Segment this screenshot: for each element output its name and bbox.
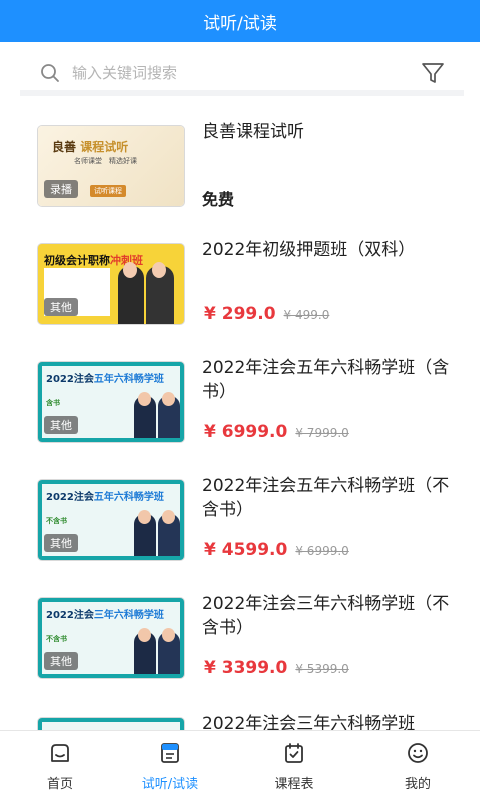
page-title: 试听/试读 [203, 13, 277, 34]
current-price: ¥ 6999.0 [204, 422, 288, 442]
course-price: ¥ 6999.0 ¥ 7999.0 [204, 422, 349, 442]
course-thumbnail: 2022注会三年六科畅学班 不含书 其他 [38, 598, 184, 678]
search-bar [20, 52, 464, 96]
teacher-face [138, 510, 151, 524]
teacher-face [162, 392, 175, 406]
course-type-tag: 其他 [44, 298, 78, 316]
thumbnail-book-note: 不含书 [46, 517, 67, 525]
course-title: 2022年注会五年六科畅学班（不含书） [202, 476, 450, 520]
tab-label: 试听/试读 [141, 777, 199, 792]
thumbnail-heading: 2022注会三年六科畅学班 [46, 610, 164, 621]
app-header: 试听/试读 [0, 0, 480, 42]
thumbnail-pill: 试听课程 [90, 185, 126, 197]
current-price: ¥ 4599.0 [204, 540, 288, 560]
teacher-face [123, 262, 137, 278]
tab-label: 课程表 [274, 777, 314, 792]
course-list[interactable]: 良善 课程试听 名师课堂 精选好课 试听课程 录播 良善课程试听 免费 初级会计… [0, 110, 480, 730]
teacher-face [162, 510, 175, 524]
course-price: ¥ 299.0 ¥ 499.0 [204, 304, 329, 324]
thumbnail-book-note: 不含书 [46, 635, 67, 643]
thumbnail-heading: 2022注会五年六科畅学班 [46, 492, 164, 503]
book-icon [161, 743, 179, 763]
course-price: ¥ 4599.0 ¥ 6999.0 [204, 540, 349, 560]
filter-icon[interactable] [420, 60, 446, 86]
teacher-face [162, 628, 175, 642]
course-thumbnail: 2022注会五年六科畅学班 不含书 其他 [38, 480, 184, 560]
course-item[interactable]: 2022注会五年六科畅学班 含书 其他 2022年注会五年六科畅学班（含书） ¥… [0, 346, 480, 464]
home-icon [51, 744, 69, 762]
course-title: 良善课程试听 [202, 122, 304, 142]
thumbnail-heading: 良善 课程试听 [52, 140, 129, 154]
course-title: 2022年注会三年六科畅学班（不含书） [202, 594, 450, 638]
calendar-icon [285, 743, 303, 763]
thumbnail-subtitle: 名师课堂 精选好课 [74, 157, 137, 165]
tab-label: 我的 [404, 777, 431, 792]
course-thumbnail: 2022注会五年六科畅学班 含书 其他 [38, 362, 184, 442]
current-price: ¥ 3399.0 [204, 658, 288, 678]
course-price: 免费 [202, 190, 235, 209]
original-price: ¥ 5399.0 [295, 662, 349, 676]
thumbnail-book-note: 含书 [46, 399, 60, 407]
thumbnail-frame [42, 722, 180, 730]
course-type-tag: 其他 [44, 534, 78, 552]
course-title: 2022年初级押题班（双科） [202, 240, 416, 260]
course-item[interactable]: 良善 课程试听 名师课堂 精选好课 试听课程 录播 良善课程试听 免费 [0, 110, 480, 228]
teacher-face [152, 262, 166, 278]
thumbnail-heading: 2022注会五年六科畅学班 [46, 374, 164, 385]
course-price: ¥ 3399.0 ¥ 5399.0 [204, 658, 349, 678]
tab-trial[interactable]: 试听/试读 [110, 731, 230, 801]
original-price: ¥ 7999.0 [295, 426, 349, 440]
current-price: ¥ 299.0 [204, 304, 276, 324]
course-thumbnail: 初级会计职称冲刺班 其他 [38, 244, 184, 324]
tab-profile[interactable]: 我的 [358, 731, 478, 801]
course-item[interactable]: 初级会计职称冲刺班 其他 2022年初级押题班（双科） ¥ 299.0 ¥ 499… [0, 228, 480, 346]
course-thumbnail [38, 718, 184, 730]
smile-icon [408, 743, 428, 763]
original-price: ¥ 499.0 [283, 308, 330, 322]
search-input[interactable] [70, 59, 394, 87]
course-type-tag: 录播 [44, 180, 78, 198]
bottom-tab-bar: 首页 试听/试读 课程表 我的 [0, 730, 480, 800]
tab-label: 首页 [46, 777, 73, 792]
search-icon [41, 64, 59, 82]
teacher-face [138, 628, 151, 642]
tab-home[interactable]: 首页 [0, 731, 120, 801]
tab-schedule[interactable]: 课程表 [234, 731, 354, 801]
original-price: ¥ 6999.0 [295, 544, 349, 558]
course-item[interactable]: 2022注会三年六科畅学班 不含书 其他 2022年注会三年六科畅学班（不含书）… [0, 582, 480, 700]
course-item[interactable]: 2022年注会三年六科畅学班 [0, 700, 480, 730]
course-type-tag: 其他 [44, 416, 78, 434]
teacher-face [138, 392, 151, 406]
course-type-tag: 其他 [44, 652, 78, 670]
course-title: 2022年注会三年六科畅学班 [202, 714, 416, 730]
course-thumbnail: 良善 课程试听 名师课堂 精选好课 试听课程 录播 [38, 126, 184, 206]
course-item[interactable]: 2022注会五年六科畅学班 不含书 其他 2022年注会五年六科畅学班（不含书）… [0, 464, 480, 582]
course-title: 2022年注会五年六科畅学班（含书） [202, 358, 450, 402]
